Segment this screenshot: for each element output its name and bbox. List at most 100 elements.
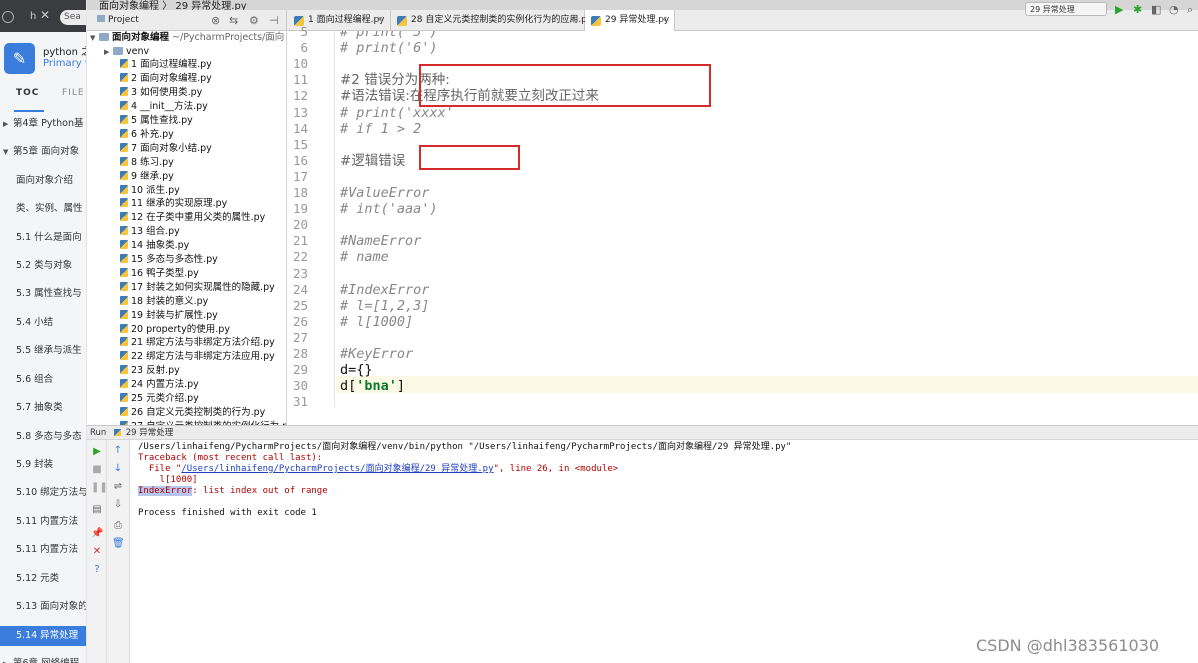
tree-file[interactable]: 17 封装之如何实现属性的隐藏.py xyxy=(120,281,275,295)
tree-file[interactable]: 2 面向对象编程.py xyxy=(120,72,212,86)
close-icon[interactable]: ✕ xyxy=(40,8,50,22)
pause-icon[interactable]: ❚❚ xyxy=(91,482,108,493)
run-config-select[interactable]: 29 异常处理 xyxy=(1025,2,1107,16)
code-line[interactable]: #ValueError xyxy=(340,185,429,201)
run-icon[interactable]: ▶ xyxy=(1115,3,1123,16)
tree-file[interactable]: 7 面向对象小结.py xyxy=(120,142,212,156)
tree-file[interactable]: 20 property的使用.py xyxy=(120,323,230,337)
gear-icon[interactable]: ⚙ xyxy=(249,10,259,31)
scroll-from-source-icon[interactable]: ⇆ xyxy=(229,10,238,31)
debug-icon[interactable]: ✱ xyxy=(1133,3,1142,16)
soft-wrap-icon[interactable]: ⇌ xyxy=(112,481,124,492)
code-line[interactable]: d['bna'] xyxy=(340,378,405,394)
tree-file[interactable]: 5 属性查找.py xyxy=(120,114,193,128)
project-panel-header[interactable]: Project ⊗ ⇆ ⚙ ⊣ xyxy=(87,10,287,31)
tree-file[interactable]: 21 绑定方法与非绑定方法介绍.py xyxy=(120,336,275,350)
toc-item[interactable]: 5.3 属性查找与 xyxy=(0,284,86,304)
toc-item[interactable]: 5.13 面向对象的 xyxy=(0,597,86,617)
arrow-up-icon[interactable]: ↑ xyxy=(112,445,124,456)
tree-file[interactable]: 15 多态与多态性.py xyxy=(120,253,218,267)
toc-item[interactable]: 5.4 小结 xyxy=(0,313,86,333)
code-line[interactable]: #逻辑错误 xyxy=(340,153,405,169)
code-line[interactable]: #NameError xyxy=(340,233,421,249)
code-line[interactable]: # l[1000] xyxy=(340,314,413,330)
tree-file[interactable]: 13 组合.py xyxy=(120,225,180,239)
run-label[interactable]: Run xyxy=(90,428,106,438)
chevron-right-icon[interactable]: ▶ xyxy=(104,45,113,59)
tree-file[interactable]: 12 在子类中重用父类的属性.py xyxy=(120,211,265,225)
print-icon[interactable]: ⎙ xyxy=(112,520,124,531)
chevron-right-icon[interactable]: ▶ xyxy=(3,654,13,663)
chevron-down-icon[interactable]: ▼ xyxy=(90,31,99,45)
pin-icon[interactable]: 📌 xyxy=(91,528,103,539)
code-line[interactable]: # if 1 > 2 xyxy=(340,121,421,137)
toc-item[interactable]: 面向对象介绍 xyxy=(0,171,86,191)
profile-icon[interactable]: ◔ xyxy=(1169,3,1179,16)
console-file-link[interactable]: /Users/linhaifeng/PycharmProjects/面向对象编程… xyxy=(181,464,493,474)
run-console[interactable]: /Users/linhaifeng/PycharmProjects/面向对象编程… xyxy=(131,440,1198,663)
run-config-label[interactable]: 29 异常处理 xyxy=(126,428,174,438)
hide-icon[interactable]: ⊣ xyxy=(269,10,279,31)
layout-icon[interactable]: ▤ xyxy=(91,504,103,515)
close-icon[interactable]: ✕ xyxy=(376,10,384,31)
code-line[interactable]: # name xyxy=(340,249,389,265)
search-input[interactable]: Sea xyxy=(60,10,86,25)
tree-folder[interactable]: ▶ venv xyxy=(104,45,149,59)
close-icon[interactable]: ✕ xyxy=(570,10,578,31)
search-icon[interactable]: ⌕ xyxy=(1187,3,1193,17)
tree-file[interactable]: 8 练习.py xyxy=(120,156,174,170)
toc-item[interactable]: 5.6 组合 xyxy=(0,370,86,390)
tree-file[interactable]: 9 继承.py xyxy=(120,170,174,184)
tab-file[interactable]: FILE xyxy=(62,88,85,98)
chevron-down-icon[interactable]: ▼ xyxy=(3,142,13,162)
close-run-icon[interactable]: ✕ xyxy=(91,546,103,557)
code-line[interactable]: #KeyError xyxy=(340,346,413,362)
tree-file[interactable]: 14 抽象类.py xyxy=(120,239,189,253)
toc-item[interactable]: ▼ 第5章 面向对象 xyxy=(0,142,86,162)
toc-item[interactable]: 5.9 封装 xyxy=(0,455,86,475)
editor-tab-3[interactable]: 29 异常处理.py ✕ xyxy=(585,10,675,31)
toc-item[interactable]: 5.7 抽象类 xyxy=(0,398,86,418)
tree-file[interactable]: 22 绑定方法与非绑定方法应用.py xyxy=(120,350,275,364)
collapse-icon[interactable]: ⊗ xyxy=(211,10,220,31)
browser-tab-label[interactable]: h xyxy=(30,11,36,22)
code-line[interactable]: # print('6') xyxy=(340,40,438,56)
toc-item[interactable]: ▶ 第4章 Python基 xyxy=(0,114,86,134)
code-line[interactable]: # l=[1,2,3] xyxy=(340,298,429,314)
tree-file[interactable]: 6 补充.py xyxy=(120,128,174,142)
toc-item[interactable]: 5.2 类与对象 xyxy=(0,256,86,276)
tree-file[interactable]: 10 派生.py xyxy=(120,184,180,198)
code-line[interactable]: # int('aaa') xyxy=(340,201,438,217)
chevron-right-icon[interactable]: ▶ xyxy=(3,114,13,134)
arrow-down-icon[interactable]: ↓ xyxy=(112,463,124,474)
toc-item[interactable]: 5.11 内置方法 xyxy=(0,512,86,532)
stop-icon[interactable]: ■ xyxy=(91,464,103,475)
tree-file[interactable]: 18 封装的意义.py xyxy=(120,295,208,309)
book-subtitle[interactable]: Primary v xyxy=(43,58,86,69)
toc-item[interactable]: 5.5 继承与派生 xyxy=(0,341,86,361)
tree-file[interactable]: 23 反射.py xyxy=(120,364,180,378)
toc-item[interactable]: 5.8 多态与多态 xyxy=(0,427,86,447)
toc-item[interactable]: 5.14 异常处理 xyxy=(0,626,86,646)
console-error-type[interactable]: IndexError xyxy=(138,486,193,496)
toc-item[interactable]: 5.1 什么是面向 xyxy=(0,228,86,248)
tree-file[interactable]: 11 继承的实现原理.py xyxy=(120,197,227,211)
edit-icon[interactable]: ✎ xyxy=(4,43,35,74)
toc-item[interactable]: 5.10 绑定方法与 xyxy=(0,483,86,503)
trash-icon[interactable]: 🗑 xyxy=(112,538,125,549)
tab-toc[interactable]: TOC xyxy=(16,88,39,98)
tree-file[interactable]: 24 内置方法.py xyxy=(120,378,199,392)
help-icon[interactable]: ? xyxy=(91,564,103,575)
code-line[interactable]: # print('5') xyxy=(340,31,438,40)
tree-file[interactable]: 19 封装与扩展性.py xyxy=(120,309,218,323)
rerun-icon[interactable]: ▶ xyxy=(91,446,103,457)
toc-item[interactable]: 类、实例、属性 xyxy=(0,199,86,219)
editor-tab-2[interactable]: 28 自定义元类控制类的实例化行为的应用.py ✕ xyxy=(391,10,592,31)
close-icon[interactable]: ✕ xyxy=(660,10,668,31)
tree-file[interactable]: 25 元类介绍.py xyxy=(120,392,199,406)
refresh-icon[interactable] xyxy=(2,11,14,23)
coverage-icon[interactable]: ◧ xyxy=(1151,3,1161,16)
tree-file[interactable]: 3 如何使用类.py xyxy=(120,86,202,100)
toc-item[interactable]: 5.12 元类 xyxy=(0,569,86,589)
code-line[interactable]: #IndexError xyxy=(340,282,429,298)
